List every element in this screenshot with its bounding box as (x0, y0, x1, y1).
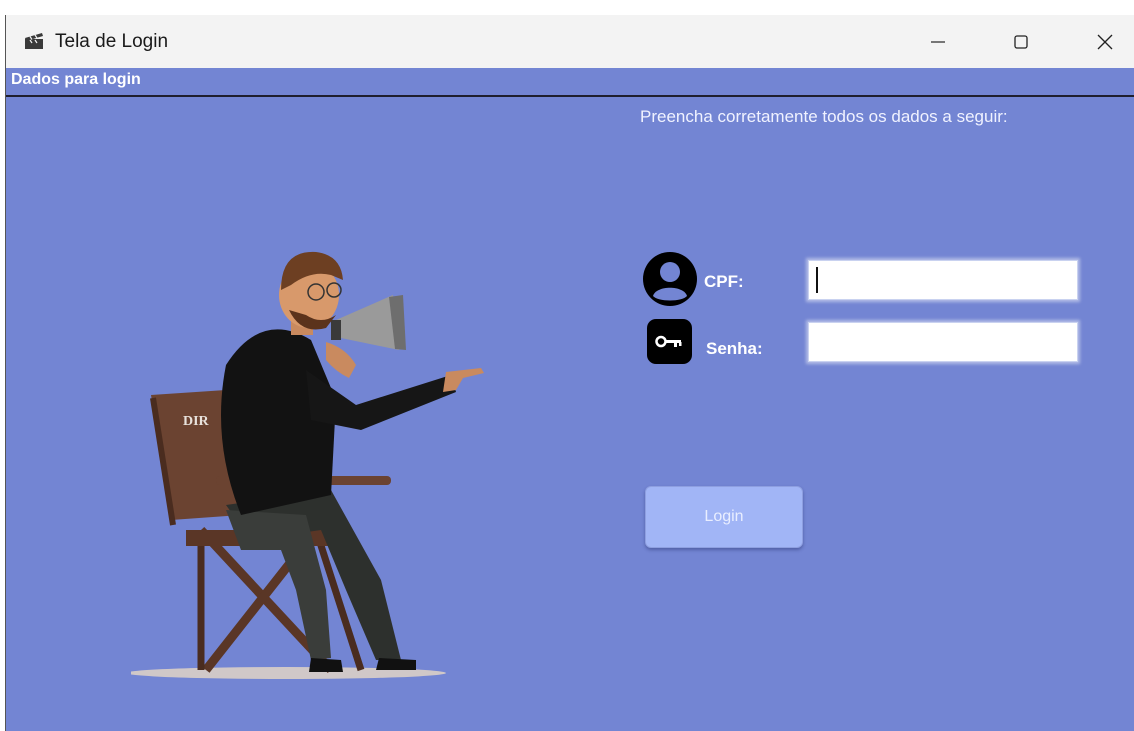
cpf-label: CPF: (704, 272, 744, 291)
login-button[interactable]: Login (645, 486, 803, 548)
senha-input[interactable] (808, 322, 1078, 362)
chair-text: DIR (183, 414, 210, 429)
menu-bar: Dados para login (6, 68, 1134, 97)
cpf-input[interactable] (808, 260, 1078, 300)
clapperboard-icon (25, 33, 43, 49)
close-button[interactable] (1075, 15, 1134, 68)
window-title: Tela de Login (55, 31, 169, 52)
title-bar[interactable]: Tela de Login (6, 15, 1134, 68)
maximize-icon (1014, 34, 1028, 49)
close-icon (1097, 34, 1113, 49)
text-caret (816, 267, 818, 293)
instructions-text: Preencha corretamente todos os dados a s… (640, 107, 1008, 126)
minimize-icon (931, 40, 945, 43)
key-icon (647, 319, 692, 364)
senha-label: Senha: (706, 339, 763, 358)
minimize-button[interactable] (908, 15, 968, 68)
maximize-button[interactable] (991, 15, 1051, 68)
section-label: Dados para login (11, 71, 141, 88)
director-illustration: DIR (131, 251, 484, 679)
user-avatar-icon (643, 252, 697, 306)
login-window: Tela de Login Dados para login Preencha … (5, 15, 1134, 731)
